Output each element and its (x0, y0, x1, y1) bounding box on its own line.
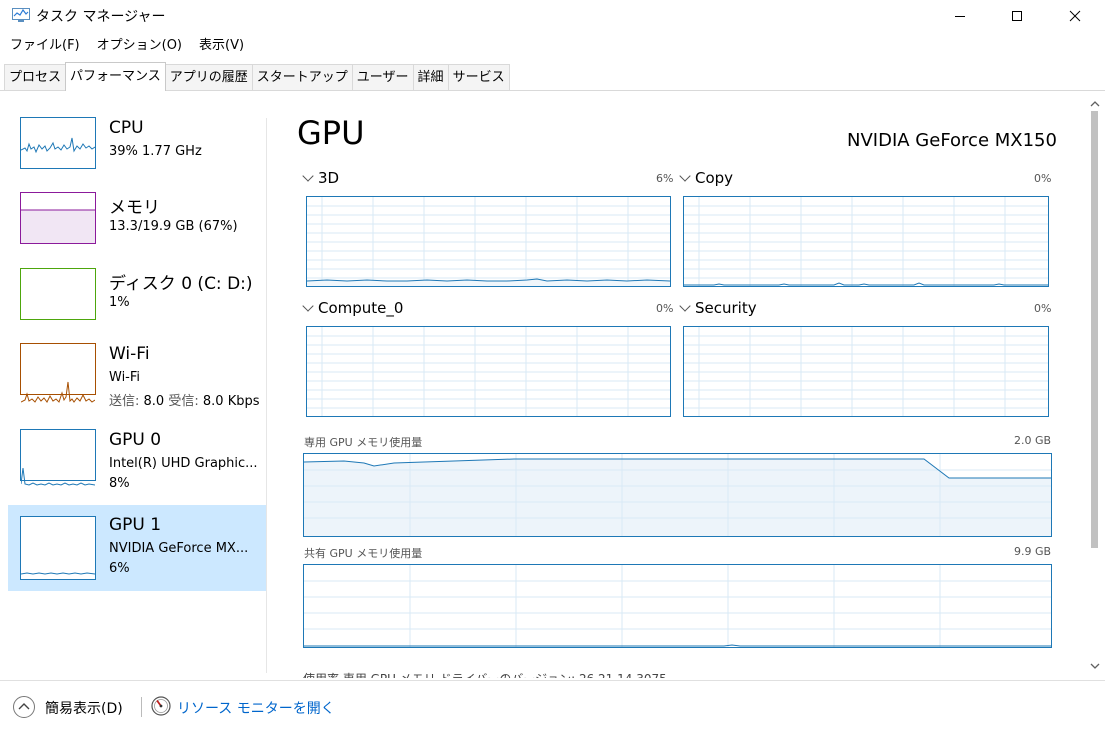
dedicated-memory-label: 専用 GPU メモリ使用量 (304, 436, 423, 449)
gpu1-adapter: NVIDIA GeForce MX... (109, 541, 249, 556)
fewer-details-label[interactable]: 簡易表示(D) (45, 698, 123, 718)
cpu-label: CPU (109, 118, 144, 138)
sidebar-item-disk[interactable]: ディスク 0 (C: D:) 1% (8, 259, 266, 345)
tab-processes[interactable]: プロセス (4, 64, 67, 90)
dedicated-memory-graph (303, 453, 1052, 537)
resource-monitor-icon (151, 696, 171, 716)
memory-usage: 13.3/19.9 GB (67%) (109, 219, 238, 234)
wifi-adapter: Wi-Fi (109, 370, 141, 385)
disk-thumbnail-graph (20, 268, 96, 320)
gpu-model-name: NVIDIA GeForce MX150 (847, 130, 1057, 151)
engine-compute-graph (306, 326, 671, 417)
engine-copy-percent: 0% (1034, 172, 1052, 185)
chevron-down-icon (679, 300, 691, 312)
menu-view[interactable]: 表示(V) (189, 36, 251, 56)
memory-thumbnail-graph (20, 192, 96, 244)
task-manager-icon (12, 7, 30, 23)
chevron-down-icon (302, 300, 314, 312)
tab-users[interactable]: ユーザー (351, 64, 414, 90)
tab-app-history[interactable]: アプリの履歴 (164, 64, 253, 90)
engine-compute-selector[interactable]: Compute_0 (302, 299, 403, 317)
tab-services[interactable]: サービス (447, 64, 510, 90)
tab-bar: プロセス パフォーマンス アプリの履歴 スタートアップ ユーザー 詳細 サービス (0, 62, 1105, 91)
wifi-throughput: 送信: 8.0 受信: 8.0 Kbps (109, 394, 260, 409)
chevron-down-icon (302, 170, 314, 182)
resource-sidebar: CPU 39% 1.77 GHz メモリ 13.3/19.9 GB (67%) … (8, 108, 266, 678)
engine-3d-graph (306, 196, 671, 287)
gpu-stats-row: 使用率 専用 GPU メモリ ドライバーのバージョン: 26.21.14.307… (303, 670, 1083, 678)
wifi-label: Wi-Fi (109, 344, 150, 364)
sidebar-item-cpu[interactable]: CPU 39% 1.77 GHz (8, 108, 266, 194)
gpu1-usage: 6% (109, 561, 130, 576)
gpu0-label: GPU 0 (109, 430, 162, 450)
sidebar-item-memory[interactable]: メモリ 13.3/19.9 GB (67%) (8, 183, 266, 269)
engine-security-percent: 0% (1034, 302, 1052, 315)
open-resource-monitor-link[interactable]: リソース モニターを開く (177, 698, 335, 718)
shared-memory-graph (303, 564, 1052, 648)
disk-label: ディスク 0 (C: D:) (109, 274, 253, 294)
gpu0-usage: 8% (109, 476, 130, 491)
engine-compute-percent: 0% (656, 302, 674, 315)
vertical-scrollbar-thumb[interactable] (1091, 111, 1098, 548)
gpu0-adapter: Intel(R) UHD Graphic... (109, 456, 258, 471)
menu-options[interactable]: オプション(O) (87, 36, 189, 56)
tab-performance[interactable]: パフォーマンス (65, 62, 166, 91)
cpu-usage: 39% 1.77 GHz (109, 144, 202, 159)
gpu0-thumbnail-graph (20, 429, 96, 486)
dedicated-memory-max: 2.0 GB (1014, 434, 1052, 447)
engine-security-selector[interactable]: Security (679, 299, 757, 317)
minimize-button[interactable] (937, 0, 983, 32)
chevron-down-icon (679, 170, 691, 182)
footer-divider (141, 697, 142, 717)
tab-details[interactable]: 詳細 (412, 64, 449, 90)
sidebar-item-wifi[interactable]: Wi-Fi Wi-Fi 送信: 8.0 受信: 8.0 Kbps (8, 334, 266, 420)
engine-3d-selector[interactable]: 3D (302, 169, 339, 187)
engine-copy-selector[interactable]: Copy (679, 169, 733, 187)
wifi-thumbnail-graph (20, 343, 96, 403)
menu-file[interactable]: ファイル(F) (0, 36, 87, 56)
sidebar-divider (266, 118, 267, 673)
shared-memory-label: 共有 GPU メモリ使用量 (304, 547, 423, 560)
fewer-details-button[interactable] (12, 695, 36, 719)
cpu-thumbnail-graph (20, 117, 96, 169)
close-button[interactable] (1052, 0, 1098, 32)
scroll-down-button[interactable] (1088, 658, 1102, 672)
engine-3d-percent: 6% (656, 172, 674, 185)
page-title: GPU (297, 114, 365, 152)
window-title: タスク マネージャー (36, 9, 166, 25)
engine-copy-graph (683, 196, 1049, 287)
maximize-button[interactable] (994, 0, 1040, 32)
title-bar[interactable]: タスク マネージャー (0, 0, 1105, 32)
tab-startup[interactable]: スタートアップ (251, 64, 353, 90)
menu-bar: ファイル(F) オプション(O) 表示(V) (0, 36, 251, 56)
gpu1-label: GPU 1 (109, 515, 162, 535)
memory-label: メモリ (109, 198, 160, 218)
scroll-up-button[interactable] (1088, 96, 1102, 110)
engine-security-graph (683, 326, 1049, 417)
gpu1-thumbnail-graph (20, 516, 96, 580)
sidebar-item-gpu1[interactable]: GPU 1 NVIDIA GeForce MX... 6% (8, 505, 266, 591)
shared-memory-max: 9.9 GB (1014, 545, 1052, 558)
sidebar-item-gpu0[interactable]: GPU 0 Intel(R) UHD Graphic... 8% (8, 420, 266, 506)
disk-usage: 1% (109, 295, 130, 310)
